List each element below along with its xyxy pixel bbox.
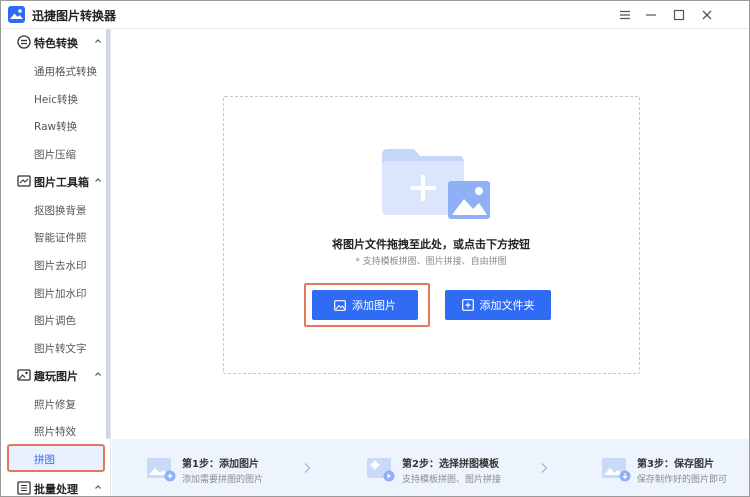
sidebar-item-ocr[interactable]: 图片转文字 <box>34 341 87 356</box>
main-panel: 将图片文件拖拽至此处，或点击下方按钮 * 支持模板拼图、图片拼接、自由拼图 添加… <box>112 29 749 496</box>
sidebar-group-toolbox[interactable]: 图片工具箱 <box>1 168 110 194</box>
sidebar-item-color-adjust[interactable]: 图片调色 <box>34 313 76 328</box>
step-template-icon <box>367 458 395 482</box>
sidebar-item-compress[interactable]: 图片压缩 <box>34 147 76 162</box>
sidebar-group-special-convert[interactable]: 特色转换 <box>1 29 110 55</box>
chevron-up-icon <box>95 178 101 182</box>
fun-image-icon <box>17 369 31 381</box>
sidebar-item-label: 拼图 <box>34 454 55 466</box>
step-desc: 支持模板拼图、图片拼接 <box>402 475 502 485</box>
sidebar-item-raw[interactable]: Raw转换 <box>34 119 77 134</box>
sidebar-item-id-photo[interactable]: 智能证件照 <box>34 230 87 245</box>
app-title: 迅捷图片转换器 <box>32 9 117 23</box>
sidebar: 特色转换 通用格式转换 Heic转换 Raw转换 图片压缩 图片工具箱 抠图换背… <box>1 29 111 496</box>
sidebar-item-photo-effects[interactable]: 照片特效 <box>34 424 76 439</box>
sidebar-group-label: 趣玩图片 <box>34 370 78 383</box>
add-folder-label: 添加文件夹 <box>479 299 535 312</box>
chevron-up-icon <box>95 485 101 489</box>
app-logo-icon <box>8 6 25 23</box>
sidebar-group-batch[interactable]: 批量处理 <box>1 475 110 496</box>
folder-add-image-icon <box>382 149 490 219</box>
sidebar-item-photo-restore[interactable]: 照片修复 <box>34 397 76 412</box>
sidebar-group-label: 图片工具箱 <box>34 176 89 189</box>
add-image-label: 添加图片 <box>352 299 396 312</box>
sidebar-item-remove-watermark[interactable]: 图片去水印 <box>34 258 87 273</box>
sidebar-group-label: 批量处理 <box>34 483 78 496</box>
batch-icon <box>17 481 31 495</box>
drop-zone-title: 将图片文件拖拽至此处，或点击下方按钮 <box>332 238 530 251</box>
sidebar-item-add-watermark[interactable]: 图片加水印 <box>34 286 87 301</box>
chevron-right-icon <box>304 463 311 473</box>
step-title: 第2步：选择拼图模板 <box>402 459 499 470</box>
drop-zone-subtitle: * 支持模板拼图、图片拼接、自由拼图 <box>355 257 507 267</box>
chevron-right-icon <box>541 463 548 473</box>
maximize-icon[interactable] <box>669 5 689 25</box>
step-title: 第1步：添加图片 <box>182 459 259 470</box>
toolbox-icon <box>17 175 31 187</box>
sidebar-item-collage[interactable]: 拼图 <box>7 444 105 472</box>
steps-bar: 第1步：添加图片 添加需要拼图的图片 第2步：选择拼图模板 支持模板拼图、图片拼… <box>112 439 749 496</box>
sidebar-item-heic[interactable]: Heic转换 <box>34 92 78 107</box>
menu-icon[interactable] <box>615 5 635 25</box>
sidebar-item-cutout[interactable]: 抠图换背景 <box>34 203 87 218</box>
chevron-up-icon <box>95 372 101 376</box>
title-bar: 迅捷图片转换器 <box>1 1 749 29</box>
drop-zone[interactable]: 将图片文件拖拽至此处，或点击下方按钮 * 支持模板拼图、图片拼接、自由拼图 添加… <box>223 96 640 374</box>
step-title: 第3步：保存图片 <box>637 459 714 470</box>
app-window: 迅捷图片转换器 特色转换 通用格式转换 Heic转换 Raw转换 图片压缩 图片… <box>0 0 750 497</box>
minimize-icon[interactable] <box>641 5 661 25</box>
folder-plus-icon <box>461 299 474 311</box>
add-folder-button[interactable]: 添加文件夹 <box>445 290 551 320</box>
add-image-button[interactable]: 添加图片 <box>312 290 418 320</box>
chevron-up-icon <box>95 39 101 43</box>
image-icon <box>334 299 346 311</box>
step-add-image-icon <box>147 458 176 482</box>
step-save-image-icon <box>602 458 631 482</box>
sidebar-group-label: 特色转换 <box>34 37 78 50</box>
close-icon[interactable] <box>697 5 717 25</box>
step-desc: 保存制作好的图片即可 <box>637 475 728 485</box>
sidebar-group-fun[interactable]: 趣玩图片 <box>1 362 110 388</box>
convert-icon <box>17 35 31 49</box>
sidebar-item-format-convert[interactable]: 通用格式转换 <box>34 64 97 79</box>
step-desc: 添加需要拼图的图片 <box>182 475 264 485</box>
